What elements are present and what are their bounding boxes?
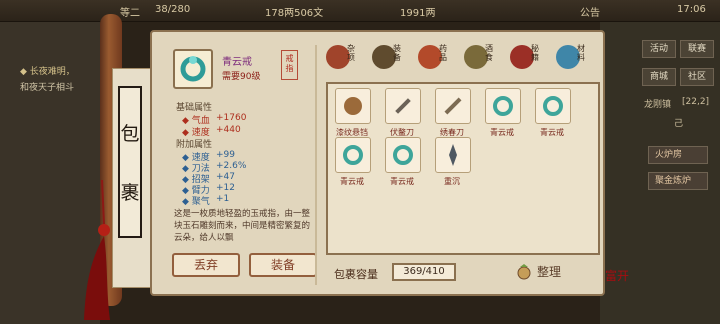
base-stat-1-value: +1760 <box>216 113 247 123</box>
capacity-value: 369/410 <box>392 263 456 281</box>
extra-stat-5-value: +1 <box>216 194 230 204</box>
ring-icon <box>493 96 513 116</box>
extra-stat-5-label: ◆ 聚气 <box>182 197 210 207</box>
sword-icon <box>444 97 462 115</box>
tab-medicine[interactable]: 药品 <box>412 40 448 74</box>
tab-equipment-label: 装备 <box>393 44 401 62</box>
extra-stat-1-value: +99 <box>216 150 235 160</box>
furnace-room-item[interactable]: 火炉房 <box>648 146 708 164</box>
discard-button[interactable]: 丢弃 <box>172 253 240 277</box>
seal-stamp: 富开 <box>605 269 630 283</box>
base-stat-2-value: +440 <box>216 125 241 135</box>
panel-divider <box>315 45 317 285</box>
topbar-left-number: 等二 <box>120 8 140 19</box>
item-description: 这是一枚质地轻盈的玉戒指，由一整块玉石雕刻而来，中间是精密繁复的云朵，给人以飘 <box>174 209 311 243</box>
tab-equipment[interactable]: 装备 <box>366 40 402 74</box>
pendant-icon <box>344 97 362 115</box>
blade-icon <box>395 98 411 114</box>
clock: 17:06 <box>677 4 706 15</box>
inventory-slot-7[interactable] <box>385 137 421 173</box>
gold-furnace-item[interactable]: 聚金炼炉 <box>648 172 708 190</box>
inventory-slot-4[interactable] <box>485 88 521 124</box>
sort-icon <box>517 264 531 280</box>
selected-item-level: 需要90级 <box>222 72 261 82</box>
equip-button[interactable]: 装备 <box>249 253 317 277</box>
location-coords: [22,2] <box>682 97 710 107</box>
tab-food-label: 酒食 <box>485 44 493 62</box>
selected-item-name: 青云戒 <box>222 57 252 68</box>
extra-stat-3-value: +47 <box>216 172 235 182</box>
notice-link[interactable]: 公告 <box>580 4 600 19</box>
tab-medicine-label: 药品 <box>439 44 447 62</box>
tab-manual-label: 秘籍 <box>531 44 539 62</box>
community-button[interactable]: 社区 <box>680 68 714 86</box>
tab-food[interactable]: 酒食 <box>458 40 494 74</box>
tab-material[interactable]: 材料 <box>550 40 586 74</box>
sort-button[interactable]: 整理 <box>515 260 589 284</box>
capacity-label: 包裹容量 <box>334 268 378 281</box>
ring-icon <box>343 145 363 165</box>
base-stats-header: 基础属性 <box>176 103 213 113</box>
inventory-slot-6[interactable] <box>335 137 371 173</box>
title-char-1: 包 <box>120 123 140 146</box>
inventory-slot-3[interactable] <box>435 88 471 124</box>
topbar-money-b: 1991两 <box>400 8 436 19</box>
ring-icon <box>180 56 206 82</box>
sort-label: 整理 <box>537 265 562 279</box>
league-button[interactable]: 联赛 <box>680 40 714 58</box>
shop-button[interactable]: 商城 <box>642 68 676 86</box>
extra-stats-header: 附加属性 <box>176 140 213 150</box>
ring-icon <box>543 96 563 116</box>
side-mark: 己 <box>674 119 684 129</box>
selected-item-slot <box>173 49 213 89</box>
inventory-slot-5[interactable] <box>535 88 571 124</box>
bg-left-line2: 和夜天子相斗 <box>20 83 75 93</box>
extra-stat-4-value: +12 <box>216 183 235 193</box>
tab-manual[interactable]: 秘籍 <box>504 40 540 74</box>
inventory-slot-8-label: 重沉 <box>444 177 460 186</box>
inventory-slot-8[interactable] <box>435 137 471 173</box>
ring-icon <box>393 145 413 165</box>
inventory-slot-1[interactable] <box>335 88 371 124</box>
inventory-slot-5-label: 青云戒 <box>540 128 564 137</box>
inventory-slot-2[interactable] <box>385 88 421 124</box>
spike-icon <box>449 144 457 166</box>
topbar-money-a: 178两506文 <box>265 8 324 19</box>
extra-stat-2-value: +2.6% <box>216 161 247 171</box>
topbar-progress: 38/280 <box>155 4 191 15</box>
item-type-tag: 戒指 <box>281 50 298 80</box>
tassel-decoration <box>84 180 110 320</box>
tab-misc[interactable]: 杂项 <box>320 40 356 74</box>
activity-button[interactable]: 活动 <box>642 40 676 58</box>
location-name: 龙刚镇 <box>644 100 672 110</box>
bg-left-line1: ◆ 长夜难明， <box>20 67 75 77</box>
tab-material-label: 材料 <box>577 44 585 62</box>
tab-misc-label: 杂项 <box>347 44 355 62</box>
